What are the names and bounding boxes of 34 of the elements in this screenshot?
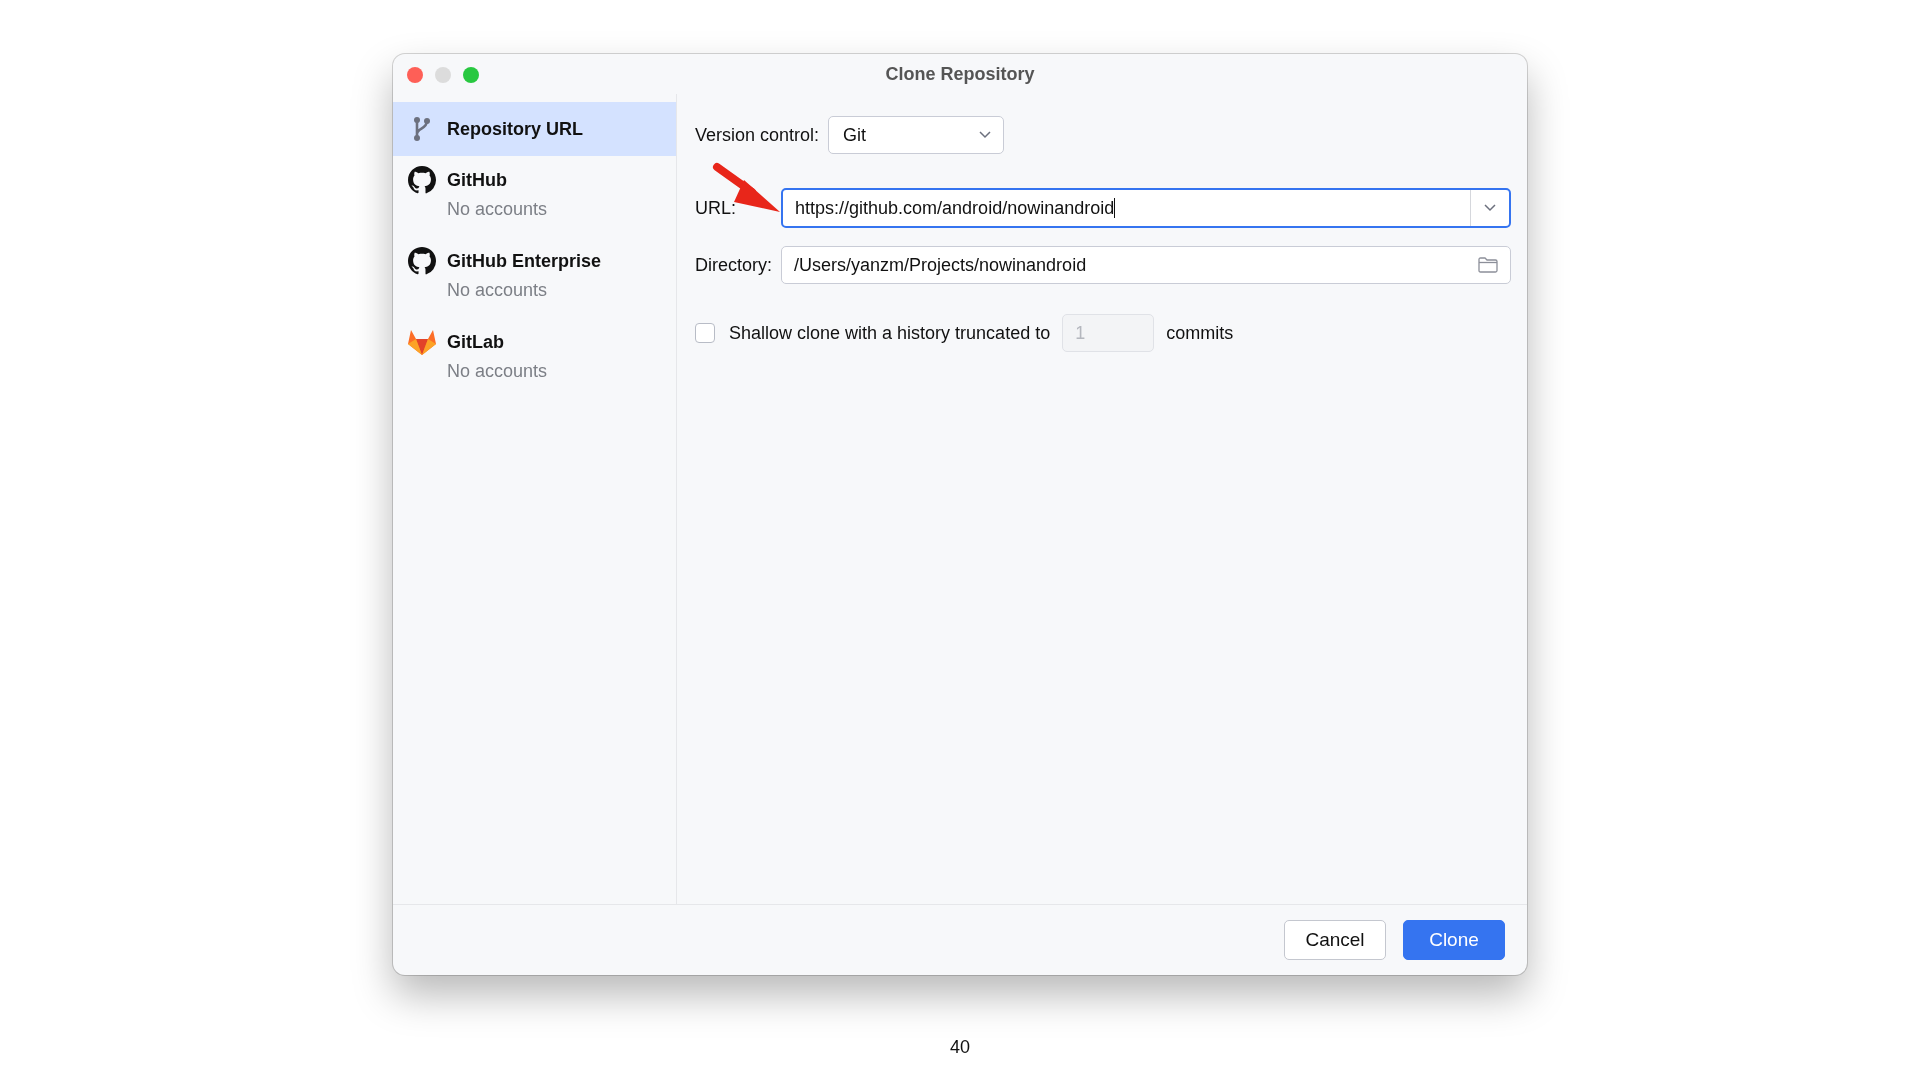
window-title: Clone Repository bbox=[885, 63, 1035, 85]
octocat-icon bbox=[407, 247, 437, 275]
zoom-button[interactable] bbox=[463, 67, 479, 83]
item-title: Repository URL bbox=[447, 119, 583, 140]
item-subtitle: No accounts bbox=[447, 361, 548, 382]
url-field[interactable]: https://github.com/android/nowinandroid bbox=[781, 188, 1511, 228]
item-title: GitHub bbox=[447, 170, 508, 191]
version-control-dropdown[interactable]: Git bbox=[828, 116, 1005, 154]
item-title: GitHub Enterprise bbox=[447, 251, 602, 272]
close-button[interactable] bbox=[407, 67, 423, 83]
sidebar-item[interactable]: Repository URL bbox=[393, 102, 676, 156]
directory-field[interactable]: /Users/yanzm/Projects/nowinandroid bbox=[781, 246, 1511, 284]
fox-head-icon bbox=[407, 328, 437, 356]
checkbox[interactable] bbox=[695, 323, 715, 343]
field-label: Version control: bbox=[695, 124, 820, 146]
field-label: Directory: bbox=[695, 254, 772, 276]
checkbox-label: Shallow clone with a history truncated to bbox=[729, 322, 1051, 344]
minimize-button[interactable] bbox=[435, 67, 451, 83]
text-cursor bbox=[1114, 198, 1116, 218]
octocat-icon bbox=[407, 166, 437, 194]
sidebar-item[interactable]: GitHub Enterprise No accounts bbox=[393, 237, 676, 318]
unit-label: commits bbox=[1166, 322, 1234, 344]
item-title: GitLab bbox=[447, 332, 505, 353]
page-number: 40 bbox=[950, 1037, 970, 1058]
field-label: URL: bbox=[695, 197, 737, 219]
sidebar-item[interactable]: GitHub No accounts bbox=[393, 156, 676, 237]
item-subtitle: No accounts bbox=[447, 199, 548, 220]
clone-button[interactable]: Clone bbox=[1403, 920, 1505, 960]
folder-icon[interactable] bbox=[1478, 257, 1498, 273]
sidebar-item[interactable]: GitLab No accounts bbox=[393, 318, 676, 399]
chevron-icon bbox=[979, 131, 992, 139]
cancel-button[interactable]: Cancel bbox=[1284, 920, 1386, 960]
chevron-icon bbox=[1484, 204, 1496, 212]
item-subtitle: No accounts bbox=[447, 280, 549, 301]
